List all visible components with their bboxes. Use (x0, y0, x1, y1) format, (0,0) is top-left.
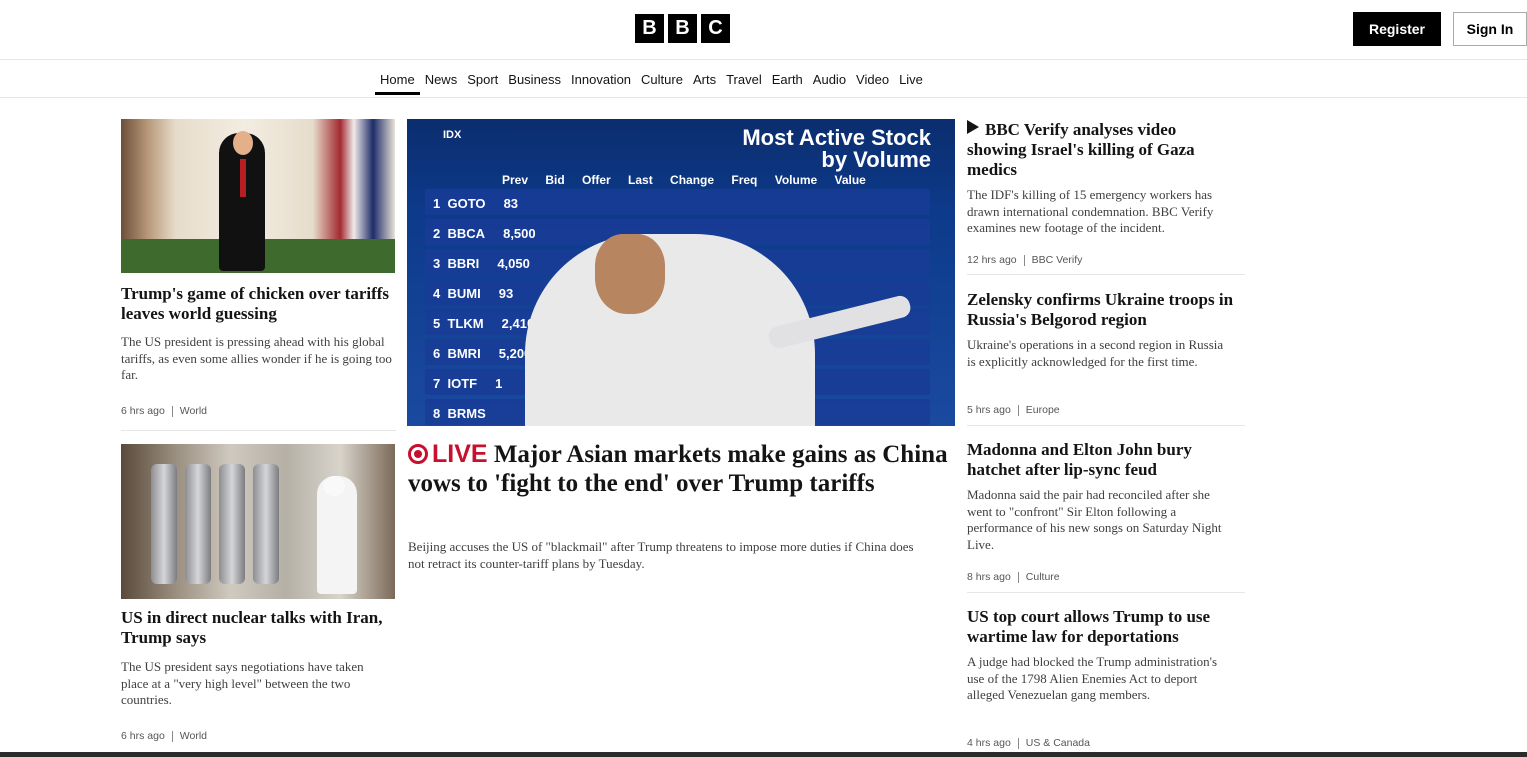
nav-item-earth[interactable]: Earth (767, 67, 808, 95)
meta-separator (1017, 404, 1019, 416)
left-story1-section[interactable]: World (180, 405, 207, 417)
left-story1-time: 6 hrs ago (121, 405, 165, 417)
nav-item-arts[interactable]: Arts (688, 67, 721, 95)
nav-item-travel[interactable]: Travel (721, 67, 767, 95)
right-divider (967, 592, 1245, 593)
masthead: B B C Register Sign In (0, 0, 1527, 60)
image-exchange-label: IDX (443, 129, 462, 141)
image-board-columns: Prev Bid Offer Last Change Freq Volume V… (502, 173, 866, 187)
meta-separator (171, 730, 173, 742)
board-row-4: 4 BUMI 93 (433, 286, 514, 301)
right-story1-headline-text: BBC Verify analyses video showing Israel… (967, 120, 1195, 179)
image-tank (151, 464, 177, 584)
play-icon (967, 120, 979, 134)
right-divider (967, 274, 1245, 275)
right-story3-summary: Madonna said the pair had reconciled aft… (967, 487, 1222, 552)
live-icon (408, 444, 428, 464)
left-divider (121, 430, 396, 431)
window-bottom-edge (0, 752, 1527, 757)
board-row-3: 3 BBRI 4,050 (433, 256, 530, 271)
live-label: LIVE (432, 440, 488, 468)
board-row-6: 6 BMRI 5,200 (433, 346, 532, 361)
image-worker-head (323, 476, 345, 496)
nav-item-live[interactable]: Live (894, 67, 928, 95)
right-story1-section[interactable]: BBC Verify (1032, 254, 1083, 266)
image-board-title-line1: Most Active Stock (742, 125, 931, 150)
board-row-5: 5 TLKM 2,410 (433, 316, 535, 331)
meta-separator (1017, 571, 1019, 583)
right-story4-meta: 4 hrs ago US & Canada (967, 737, 1090, 749)
right-story3-time: 8 hrs ago (967, 571, 1011, 583)
left-story2-summary: The US president says negotiations have … (121, 659, 364, 707)
right-story2-section[interactable]: Europe (1026, 404, 1060, 416)
nav-item-innovation[interactable]: Innovation (566, 67, 636, 95)
nav-item-audio[interactable]: Audio (808, 67, 851, 95)
right-story2-headline[interactable]: Zelensky confirms Ukraine troops in Russ… (967, 290, 1235, 330)
image-tank (219, 464, 245, 584)
right-story2-meta: 5 hrs ago Europe (967, 404, 1060, 416)
right-story1-summary: The IDF's killing of 15 emergency worker… (967, 187, 1214, 235)
register-button[interactable]: Register (1353, 12, 1441, 46)
bbc-logo[interactable]: B B C (635, 14, 730, 43)
nav-item-sport[interactable]: Sport (462, 67, 503, 95)
left-story1-meta: 6 hrs ago World (121, 405, 207, 417)
lead-story-summary: Beijing accuses the US of "blackmail" af… (408, 539, 914, 571)
nav-item-home[interactable]: Home (375, 67, 420, 95)
right-divider (967, 425, 1245, 426)
image-trader-head (595, 234, 665, 314)
left-story2-headline[interactable]: US in direct nuclear talks with Iran, Tr… (121, 608, 396, 648)
main-nav: Home News Sport Business Innovation Cult… (0, 60, 1527, 98)
left-story1-headline[interactable]: Trump's game of chicken over tariffs lea… (121, 284, 396, 324)
right-story4-time: 4 hrs ago (967, 737, 1011, 749)
nav-item-business[interactable]: Business (503, 67, 566, 95)
logo-letter-b1: B (635, 14, 664, 43)
right-story1-meta: 12 hrs ago BBC Verify (967, 254, 1082, 266)
right-story2-summary: Ukraine's operations in a second region … (967, 337, 1224, 369)
board-row-7: 7 IOTF 1 (433, 376, 503, 391)
board-row-1: 1 GOTO 83 (433, 196, 519, 211)
right-story3-meta: 8 hrs ago Culture (967, 571, 1060, 583)
board-row-8: 8 BRMS (433, 406, 486, 421)
meta-separator (171, 405, 173, 417)
board-row-2: 2 BBCA 8,500 (433, 226, 536, 241)
image-tank (253, 464, 279, 584)
logo-letter-b2: B (668, 14, 697, 43)
left-story2-section[interactable]: World (180, 730, 207, 742)
nav-item-culture[interactable]: Culture (636, 67, 688, 95)
lead-story-headline[interactable]: LIVE Major Asian markets make gains as C… (408, 440, 948, 498)
image-figure-tie (240, 159, 246, 197)
image-board-codes: 1 GOTO 83 2 BBCA 8,500 3 BBRI 4,050 4 BU… (433, 189, 536, 426)
nav-item-news[interactable]: News (420, 67, 463, 95)
left-story2-meta: 6 hrs ago World (121, 730, 207, 742)
right-story4-headline[interactable]: US top court allows Trump to use wartime… (967, 607, 1237, 647)
right-story4-section[interactable]: US & Canada (1026, 737, 1090, 749)
image-figure-head (233, 131, 253, 155)
left-story1-summary: The US president is pressing ahead with … (121, 334, 392, 382)
image-board-title: Most Active Stock by Volume (742, 127, 931, 171)
image-tank (185, 464, 211, 584)
meta-separator (1017, 737, 1019, 749)
lead-story-headline-text: Major Asian markets make gains as China … (408, 441, 948, 497)
sign-in-button[interactable]: Sign In (1453, 12, 1527, 46)
right-story2-time: 5 hrs ago (967, 404, 1011, 416)
nuclear-story-image[interactable] (121, 444, 395, 599)
right-story1-time: 12 hrs ago (967, 254, 1017, 266)
image-board-title-line2: by Volume (821, 147, 931, 172)
right-story4-summary: A judge had blocked the Trump administra… (967, 654, 1218, 702)
markets-story-image[interactable]: IDX Most Active Stock by Volume Prev Bid… (407, 119, 955, 426)
left-story2-time: 6 hrs ago (121, 730, 165, 742)
right-story3-headline[interactable]: Madonna and Elton John bury hatchet afte… (967, 440, 1235, 480)
right-story1-headline[interactable]: BBC Verify analyses video showing Israel… (967, 120, 1235, 180)
right-story3-section[interactable]: Culture (1026, 571, 1060, 583)
trump-story-image[interactable] (121, 119, 395, 273)
logo-letter-c: C (701, 14, 730, 43)
meta-separator (1023, 254, 1025, 266)
nav-item-video[interactable]: Video (851, 67, 894, 95)
